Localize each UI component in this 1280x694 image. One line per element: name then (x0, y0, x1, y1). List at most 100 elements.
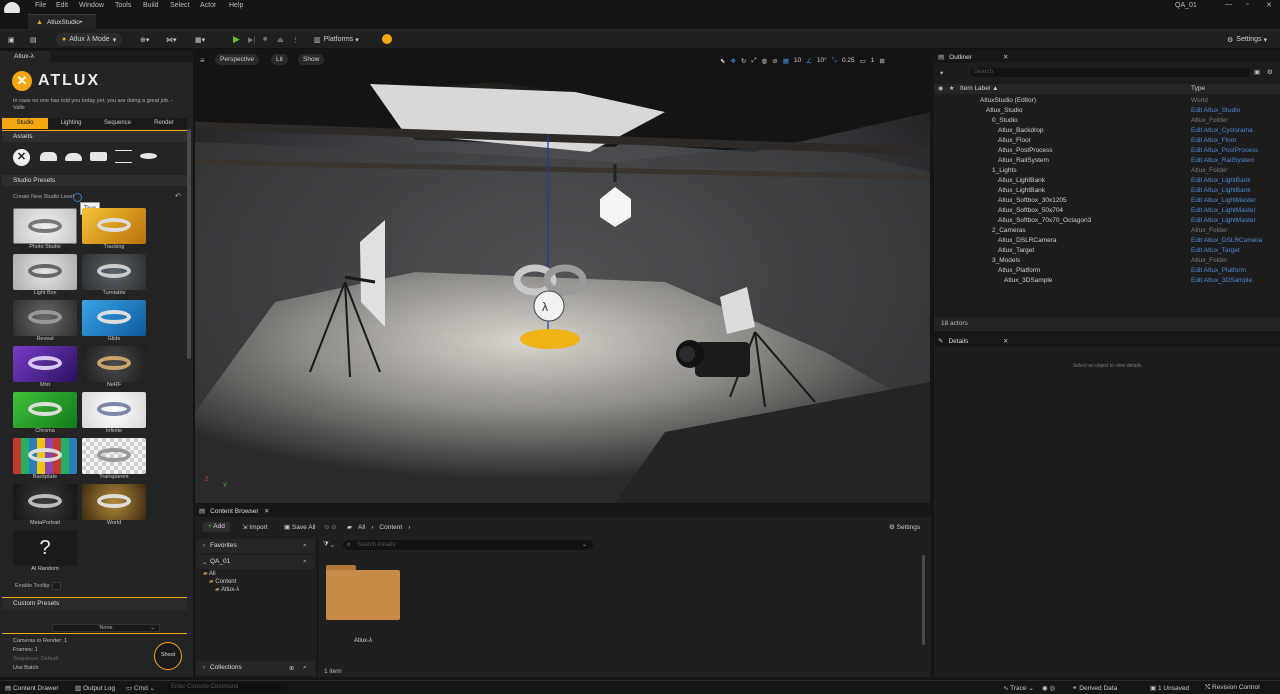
preset-turntable[interactable] (82, 254, 146, 290)
revision-control-button[interactable]: ⤭ Revision Control (1205, 684, 1260, 692)
row-type-link[interactable]: Edit Atlux_Cyclorama (1191, 126, 1253, 136)
tree-row[interactable]: Atlux_3DSample Edit Atlux_3DSample (934, 276, 1280, 286)
content-scrollbar[interactable] (922, 555, 925, 645)
tree-row[interactable]: Atlux_PostProcess Edit Atlux_PostProcess (934, 146, 1280, 156)
preset-world[interactable] (82, 484, 146, 520)
menu-actor[interactable]: Actor (200, 2, 216, 9)
content-drawer-button[interactable]: ▤ Content Drawer (5, 684, 59, 692)
refresh-icon[interactable] (73, 193, 82, 202)
search-icon[interactable]: ⌕ (303, 542, 307, 550)
tree-row[interactable]: Atlux_LightBank Edit Atlux_LightBank (934, 186, 1280, 196)
add-collection-icon[interactable]: ⊕ (289, 664, 294, 672)
close-icon[interactable]: ✕ (1003, 337, 1008, 345)
save-all-button[interactable]: ▣ Save All (284, 523, 315, 531)
grid-snap-icon[interactable]: ▦ (783, 57, 789, 65)
record-icons[interactable]: ◉ ◎ (1042, 684, 1055, 692)
tree-row[interactable]: Atlux_DSLRCamera Edit Atlux_DSLRCamera (934, 236, 1280, 246)
preset-backplate[interactable] (13, 438, 77, 474)
create-level-link[interactable]: Create New Studio Level (13, 194, 74, 200)
dome-asset-icon[interactable] (65, 153, 82, 161)
outliner-search-input[interactable]: Search (970, 68, 1250, 77)
close-icon[interactable]: ✕ (1266, 1, 1272, 9)
row-type-link[interactable]: Edit Atlux_PostProcess (1191, 146, 1258, 156)
tree-row[interactable]: Atlux_RailSystem Edit Atlux_RailSystem (934, 156, 1280, 166)
viewport-menu-icon[interactable]: ≡ (200, 56, 205, 65)
filter-icon[interactable]: ▾ (940, 69, 943, 77)
breadcrumb-all[interactable]: All (358, 524, 365, 531)
minimize-icon[interactable]: — (1225, 1, 1232, 8)
row-type-link[interactable]: Edit Atlux_Studio (1191, 106, 1240, 116)
menu-tools[interactable]: Tools (115, 2, 131, 9)
preset-tracking[interactable] (82, 208, 146, 244)
shoot-button[interactable]: Shoot (154, 642, 182, 670)
preset-reveal[interactable] (13, 300, 77, 336)
menu-file[interactable]: File (35, 2, 46, 9)
filter-dropdown[interactable]: ⧩ ⌄ (323, 541, 334, 549)
rotate-icon[interactable]: ↻ (741, 57, 746, 65)
cmd-dropdown[interactable]: ▭ Cmd ⌄ (126, 684, 155, 692)
scale-size[interactable]: 0.25 (842, 57, 855, 64)
add-actor-icon[interactable]: ⊕▾ (140, 33, 149, 46)
tree-row[interactable]: Atlux_Softbox_30x1205 Edit Atlux_LightMas… (934, 196, 1280, 206)
perspective-button[interactable]: Perspective (215, 54, 259, 65)
snap-icon[interactable]: ⊘ (772, 57, 777, 65)
menu-edit[interactable]: Edit (56, 2, 68, 9)
preset-chroma[interactable] (13, 392, 77, 428)
tab-studio[interactable]: Studio (2, 118, 48, 129)
preset-light-box[interactable] (13, 254, 77, 290)
tree-row[interactable]: Atlux_Target Edit Atlux_Target (934, 246, 1280, 256)
output-log-button[interactable]: ▥ Output Log (75, 684, 115, 692)
custom-preset-dropdown[interactable]: None ⌄ (52, 624, 160, 632)
undo-icon[interactable]: ↶ (175, 192, 181, 200)
level-viewport[interactable]: λ ≡ Perspective Lit Show ⬉ ✥ ↻ ⤢ ◍ ⊘ ▦ 1… (195, 52, 930, 503)
row-type-link[interactable]: Edit Atlux_Target (1191, 246, 1240, 256)
column-type[interactable]: Type (1191, 85, 1205, 92)
preset-ai-random[interactable]: ? (13, 530, 77, 566)
row-type-link[interactable]: Edit Atlux_LightMaster (1191, 216, 1256, 226)
row-type-link[interactable]: Edit Atlux_3DSample (1191, 276, 1252, 286)
tree-row-folder[interactable]: 2_Cameras Atlux_Folder (934, 226, 1280, 236)
preset-photo-studio[interactable] (13, 208, 77, 244)
tab-lighting[interactable]: Lighting (48, 118, 94, 129)
play-icon[interactable]: ▶ (233, 33, 240, 46)
atlux-panel-tab[interactable]: Atlux-λ (0, 51, 50, 62)
translate-icon[interactable]: ✥ (730, 57, 735, 65)
settings-icon[interactable]: ⚙ (1267, 68, 1273, 76)
mode-dropdown[interactable]: ● Atlux λ Mode ▾ (56, 33, 123, 46)
menu-build[interactable]: Build (143, 2, 159, 9)
more-icon[interactable]: ⋮ (292, 33, 299, 46)
content-browser-title[interactable]: Content Browser (210, 508, 258, 515)
preset-infinite[interactable] (82, 392, 146, 428)
maximize-icon[interactable]: ▫ (1246, 1, 1248, 8)
save-icon[interactable]: ▣ (8, 33, 15, 46)
splitter[interactable] (317, 539, 318, 675)
viewport-layout-icon[interactable]: ⊞ (879, 57, 884, 65)
atlux-toolbar-icon[interactable] (382, 34, 392, 44)
menu-select[interactable]: Select (170, 2, 189, 9)
row-type-link[interactable]: Edit Atlux_LightBank (1191, 176, 1251, 186)
enable-tooltip-checkbox[interactable] (52, 582, 61, 590)
tree-row[interactable]: Atlux_Softbox_70x70_Octagon3 Edit Atlux_L… (934, 216, 1280, 226)
collections-header[interactable]: › Collections ⊕ ⌕ (197, 661, 315, 675)
preset-glide[interactable] (82, 300, 146, 336)
history-back-icon[interactable]: ⊖ ⊖ (324, 523, 337, 531)
add-folder-icon[interactable]: ▣ (1254, 68, 1260, 76)
menu-window[interactable]: Window (79, 2, 104, 9)
import-button[interactable]: ⇲ Import (242, 523, 268, 531)
scale-snap-icon[interactable]: ⤡ (832, 57, 837, 65)
platforms-dropdown[interactable]: ▥ Platforms ▾ (314, 33, 359, 46)
tree-row-folder[interactable]: 0_Studio Atlux_Folder (934, 116, 1280, 126)
unsaved-button[interactable]: ▣ 1 Unsaved (1150, 684, 1189, 692)
grid-size[interactable]: 10 (794, 57, 801, 64)
tab-sequence[interactable]: Sequence (94, 118, 141, 129)
content-icon[interactable]: ▤ (30, 33, 37, 46)
search-icon[interactable]: ⌕ (303, 558, 307, 566)
globe-icon[interactable]: ◍ (762, 57, 768, 65)
row-type-link[interactable]: Edit Atlux_LightBank (1191, 186, 1251, 196)
disc-asset-icon[interactable] (140, 153, 157, 159)
row-type-link[interactable]: Edit Atlux_LightMaster (1191, 196, 1256, 206)
angle-size[interactable]: 10° (817, 57, 827, 64)
tree-all[interactable]: ▰ All (203, 570, 239, 578)
breadcrumb-content[interactable]: Content (379, 524, 402, 531)
stop-icon[interactable]: ■ (263, 33, 267, 46)
